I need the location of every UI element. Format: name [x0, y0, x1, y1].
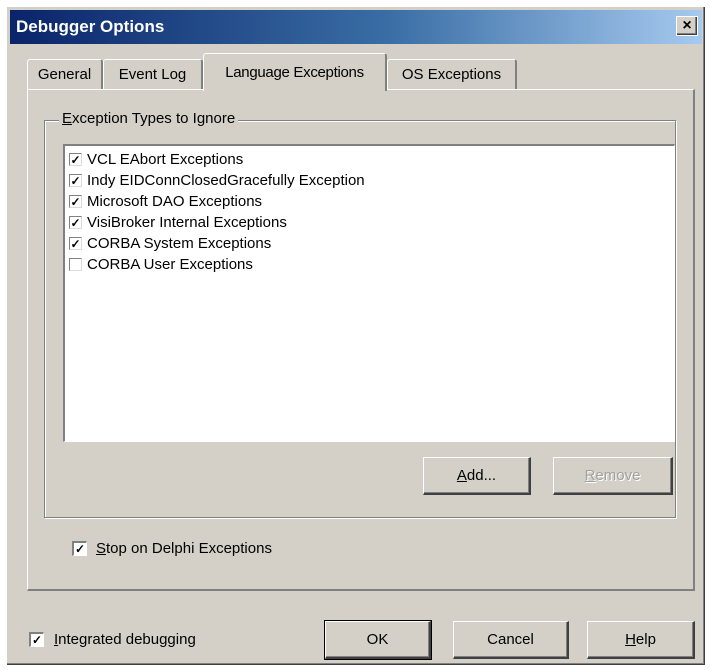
- checkbox-box[interactable]: ✓: [69, 237, 82, 250]
- close-button[interactable]: ×: [676, 16, 698, 36]
- help-button[interactable]: Help: [587, 621, 695, 659]
- checkbox-box[interactable]: ✓: [69, 174, 82, 187]
- list-item-label: VCL EAbort Exceptions: [87, 151, 244, 168]
- checkmark-icon: ✓: [70, 194, 81, 209]
- title-bar[interactable]: Debugger Options ×: [10, 10, 702, 44]
- tab-language-exceptions-label: Language Exceptions: [225, 64, 364, 81]
- checkmark-icon: ✓: [31, 633, 43, 647]
- add-button[interactable]: Add...: [423, 457, 531, 495]
- list-item[interactable]: ✓ VCL EAbort Exceptions: [65, 149, 674, 170]
- stop-on-delphi-exceptions-checkbox[interactable]: ✓ Stop on Delphi Exceptions: [72, 540, 272, 557]
- list-item[interactable]: ✓ Microsoft DAO Exceptions: [65, 191, 674, 212]
- checkbox-box[interactable]: ✓: [69, 216, 82, 229]
- tab-os-exceptions-label: OS Exceptions: [401, 66, 502, 83]
- exception-types-label: Exception Types to Ignore: [59, 110, 239, 127]
- checkmark-icon: ✓: [70, 236, 81, 251]
- tab-general-label: General: [37, 66, 92, 83]
- list-item[interactable]: ✓ Indy EIDConnClosedGracefully Exception: [65, 170, 674, 191]
- list-item-label: VisiBroker Internal Exceptions: [87, 214, 287, 231]
- tab-event-log-label: Event Log: [118, 66, 187, 83]
- exception-types-list[interactable]: ✓ VCL EAbort Exceptions ✓ Indy EIDConnClose…: [63, 144, 675, 442]
- tab-panel-language-exceptions: Exception Types to Ignore ✓ VCL EAbort Ex…: [27, 89, 695, 591]
- checkmark-icon: ✓: [74, 542, 86, 556]
- exception-types-groupbox: Exception Types to Ignore ✓ VCL EAbort Ex…: [44, 110, 676, 518]
- list-item[interactable]: ✓ CORBA System Exceptions: [65, 233, 674, 254]
- integrated-debugging-checkbox[interactable]: ✓ Integrated debugging: [29, 631, 196, 648]
- checkbox-box[interactable]: ✓: [69, 195, 82, 208]
- list-item-label: Indy EIDConnClosedGracefully Exception: [87, 172, 365, 189]
- cancel-button[interactable]: Cancel: [453, 621, 569, 659]
- list-item[interactable]: ✓ VisiBroker Internal Exceptions: [65, 212, 674, 233]
- tab-event-log[interactable]: Event Log: [103, 59, 203, 89]
- ok-button[interactable]: OK: [324, 620, 432, 660]
- checkbox-box[interactable]: [69, 258, 82, 271]
- checkbox-box[interactable]: ✓: [69, 153, 82, 166]
- list-item-label: CORBA User Exceptions: [87, 256, 253, 273]
- window-title: Debugger Options: [16, 17, 165, 36]
- debugger-options-dialog: Debugger Options × General Event Log Lan…: [6, 6, 706, 666]
- checkmark-icon: ✓: [70, 215, 81, 230]
- tab-os-exceptions[interactable]: OS Exceptions: [387, 59, 517, 89]
- remove-button: Remove: [553, 457, 673, 495]
- list-item-label: CORBA System Exceptions: [87, 235, 272, 252]
- checkbox-box[interactable]: ✓: [29, 632, 44, 647]
- list-item-label: Microsoft DAO Exceptions: [87, 193, 263, 210]
- integrated-debugging-label: Integrated debugging: [54, 631, 196, 648]
- tab-general[interactable]: General: [27, 59, 103, 89]
- stop-on-delphi-label: Stop on Delphi Exceptions: [96, 540, 272, 557]
- checkmark-icon: ✓: [70, 152, 81, 167]
- tab-language-exceptions[interactable]: Language Exceptions: [203, 53, 387, 91]
- checkmark-icon: ✓: [70, 173, 81, 188]
- list-item[interactable]: CORBA User Exceptions: [65, 254, 674, 275]
- close-icon: ×: [682, 17, 692, 34]
- checkbox-box[interactable]: ✓: [72, 541, 87, 556]
